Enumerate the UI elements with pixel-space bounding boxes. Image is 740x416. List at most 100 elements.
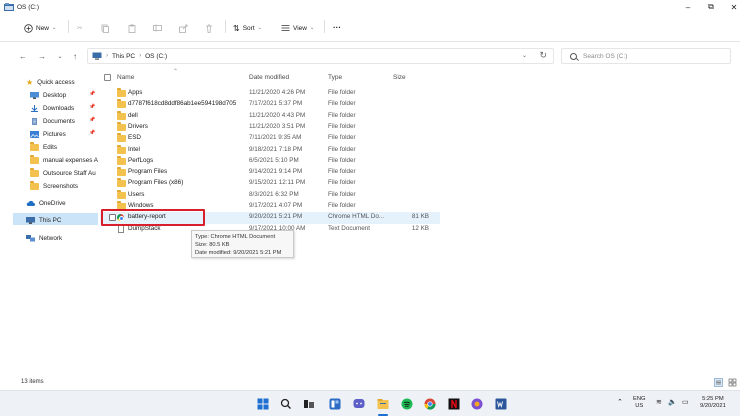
folder-icon — [30, 168, 39, 177]
recent-locations-button[interactable]: ⌄ — [55, 51, 65, 61]
sidebar-item-outsource-staff[interactable]: Outsource Staff Au — [30, 168, 98, 178]
forward-button[interactable]: → — [37, 51, 47, 61]
column-header-type[interactable]: Type — [328, 74, 342, 81]
folder-icon — [117, 178, 126, 188]
paste-button[interactable] — [128, 21, 136, 35]
close-button[interactable]: ✕ — [723, 2, 740, 12]
file-row[interactable]: Apps 11/21/2020 4:26 PM File folder — [100, 88, 440, 99]
file-row[interactable]: Intel 9/18/2021 7:18 PM File folder — [100, 144, 440, 156]
share-icon — [179, 24, 188, 33]
show-hidden-icons-button[interactable]: ⌃ — [617, 399, 623, 406]
battery-icon[interactable]: ▭ — [682, 399, 689, 406]
new-button[interactable]: New ⌄ — [24, 21, 56, 35]
sidebar-item-manual-expenses[interactable]: manual expenses A — [30, 155, 98, 165]
windows-start-icon[interactable] — [257, 398, 269, 410]
file-type: File folder — [328, 179, 356, 187]
volume-icon[interactable]: 🔈 — [668, 399, 677, 406]
tooltip-type: Type: Chrome HTML Document — [195, 234, 276, 240]
desktop-icon — [30, 91, 39, 99]
folder-icon — [30, 142, 39, 151]
language-indicator[interactable]: ENG US — [633, 396, 646, 410]
sidebar-item-edits[interactable]: Edits — [30, 142, 57, 152]
file-date-modified: 11/21/2020 4:43 PM — [249, 111, 306, 119]
task-view-icon[interactable] — [303, 398, 315, 410]
file-row[interactable]: PerfLogs 6/5/2021 5:10 PM File folder — [100, 155, 440, 167]
sidebar-item-desktop[interactable]: Desktop — [30, 90, 66, 100]
sidebar-item-this-pc[interactable]: This PC — [26, 215, 61, 225]
copy-button[interactable] — [101, 21, 109, 35]
taskbar: ⌃ ENG US ≋ 🔈 ▭ 5:25 PM 9/20/2021 — [0, 390, 740, 416]
search-icon — [570, 52, 577, 60]
netflix-icon[interactable] — [448, 398, 460, 410]
sidebar-item-label: manual expenses A — [43, 156, 98, 164]
column-header-date-modified[interactable]: Date modified — [249, 74, 289, 81]
clock[interactable]: 5:25 PM 9/20/2021 — [700, 396, 726, 410]
file-explorer-icon[interactable] — [377, 398, 389, 410]
download-icon — [31, 104, 38, 112]
folder-icon — [117, 99, 126, 109]
more-options-button[interactable]: ··· — [333, 20, 341, 34]
share-button[interactable] — [179, 21, 188, 35]
sidebar-item-label: OneDrive — [39, 199, 66, 207]
file-name: Apps — [128, 89, 143, 96]
address-bar[interactable]: › This PC › OS (C:) ⌄ ↻ — [87, 48, 554, 64]
file-date-modified: 11/21/2020 4:26 PM — [249, 89, 306, 96]
breadcrumb-separator: › — [106, 53, 108, 59]
widgets-icon[interactable] — [329, 398, 341, 410]
pin-icon[interactable]: 📌 — [89, 117, 95, 123]
address-dropdown-icon[interactable]: ⌄ — [522, 52, 527, 59]
file-row[interactable]: ESD 7/11/2021 9:35 AM File folder — [100, 133, 440, 144]
quick-access-item[interactable]: ★ Quick access — [26, 77, 75, 87]
chat-icon[interactable] — [353, 398, 365, 410]
sidebar-item-pictures[interactable]: Pictures — [30, 129, 66, 139]
file-row[interactable]: Program Files (x86) 9/15/2021 12:11 PM Fil… — [100, 178, 440, 189]
sidebar-item-network[interactable]: Network — [26, 233, 62, 243]
search-box[interactable]: Search OS (C:) — [561, 48, 731, 64]
chrome-icon[interactable] — [424, 398, 436, 410]
spotify-icon[interactable] — [401, 398, 413, 410]
window-title: OS (C:) — [17, 3, 40, 11]
maximize-button[interactable]: ⧉ — [700, 2, 722, 12]
file-row[interactable]: Program Files 9/14/2021 9:14 PM File folde… — [100, 167, 440, 178]
file-date-modified: 6/5/2021 5:10 PM — [249, 156, 299, 164]
breadcrumb-os-c[interactable]: OS (C:) — [145, 53, 167, 60]
up-button[interactable]: ↑ — [70, 51, 80, 61]
network-icon — [26, 234, 35, 241]
minimize-button[interactable]: – — [677, 2, 699, 12]
pin-icon[interactable]: 📌 — [89, 91, 95, 97]
file-row[interactable]: d7787f618cd8ddf86ab1ee594198d705 7/17/202… — [100, 99, 440, 110]
select-all-checkbox[interactable] — [104, 74, 111, 81]
back-button[interactable]: ← — [18, 51, 28, 61]
details-view-icon[interactable] — [714, 378, 723, 387]
pin-icon[interactable]: 📌 — [89, 104, 95, 110]
sort-ascending-icon: ⌃ — [173, 69, 179, 75]
sidebar-item-documents[interactable]: Documents — [30, 116, 75, 126]
file-date-modified: 7/17/2021 5:37 PM — [249, 100, 303, 108]
word-icon[interactable] — [495, 398, 507, 410]
folder-icon — [117, 110, 126, 120]
breadcrumb-this-pc[interactable]: This PC — [112, 53, 135, 60]
column-header-name[interactable]: Name — [117, 74, 134, 81]
file-name: Users — [128, 190, 145, 198]
sidebar-item-onedrive[interactable]: OneDrive — [26, 198, 66, 208]
file-date-modified: 9/18/2021 7:18 PM — [249, 145, 303, 153]
refresh-icon[interactable]: ↻ — [539, 50, 547, 61]
search-icon[interactable] — [280, 398, 292, 410]
sort-button[interactable]: ⇅ Sort ⌄ — [233, 21, 262, 35]
file-row[interactable]: dell 11/21/2020 4:43 PM File folder — [100, 110, 440, 122]
cut-button[interactable]: ✂ — [77, 21, 82, 35]
file-row[interactable]: Users 8/3/2021 6:32 PM File folder — [100, 189, 440, 201]
wifi-icon[interactable]: ≋ — [656, 399, 662, 406]
view-button[interactable]: View ⌄ — [281, 21, 314, 35]
new-label: New — [36, 24, 50, 32]
sidebar-item-screenshots[interactable]: Screenshots — [30, 181, 78, 191]
rename-button[interactable] — [153, 21, 162, 35]
app-circle-icon[interactable] — [471, 398, 483, 410]
pin-icon[interactable]: 📌 — [89, 130, 95, 136]
file-row[interactable]: Drivers 11/21/2020 3:51 PM File folder — [100, 121, 440, 133]
delete-button[interactable] — [205, 21, 213, 35]
file-type: File folder — [328, 122, 356, 130]
column-header-size[interactable]: Size — [393, 74, 406, 81]
sidebar-item-downloads[interactable]: Downloads — [30, 103, 74, 113]
large-icons-view-icon[interactable] — [728, 378, 737, 387]
